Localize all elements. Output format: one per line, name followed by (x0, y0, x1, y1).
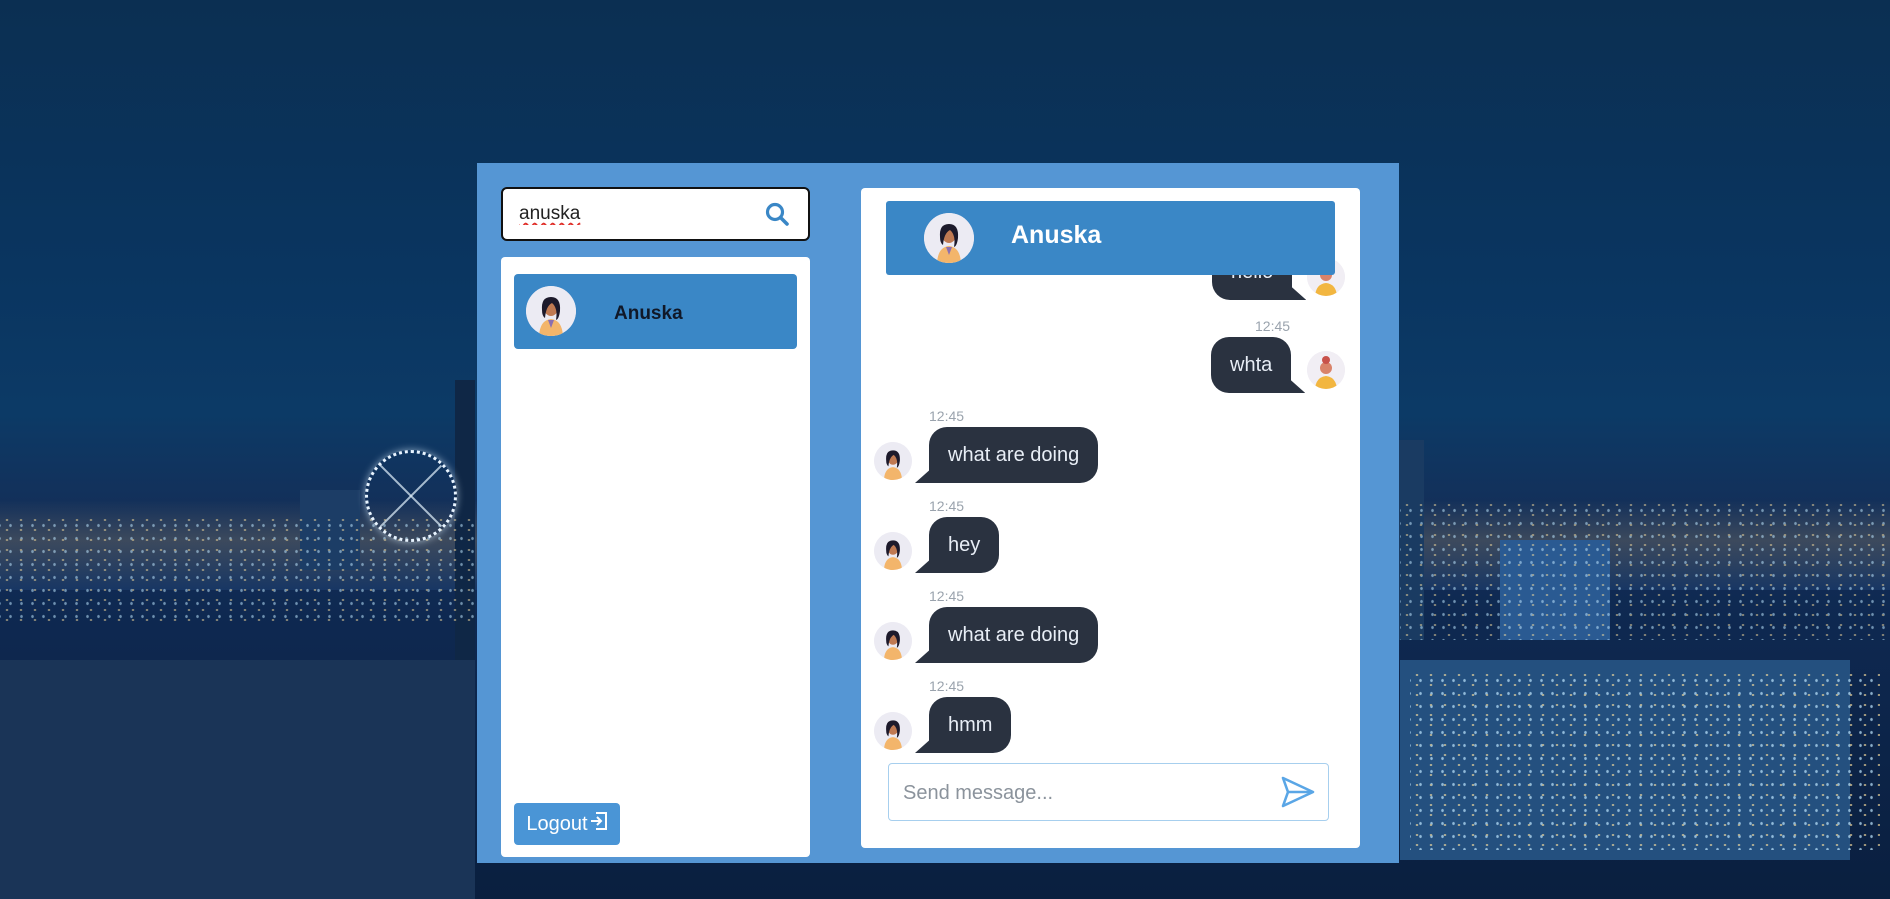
chat-window: Anuska hello 12:45 whta 12:45 what are d… (861, 188, 1360, 848)
chat-header: Anuska (886, 201, 1335, 275)
contact-name: Anuska (614, 303, 683, 324)
avatar (924, 213, 974, 263)
avatar (874, 712, 912, 750)
logout-icon (590, 811, 608, 837)
message-bubble: what are doing (929, 427, 1099, 483)
logout-label: Logout (526, 812, 588, 835)
avatar (874, 622, 912, 660)
message-composer (888, 763, 1329, 821)
search-input[interactable] (517, 199, 751, 229)
message-time: 12:45 (929, 588, 965, 604)
send-icon[interactable] (1280, 774, 1316, 810)
search-icon[interactable] (764, 201, 790, 227)
message-bubble: what are doing (929, 607, 1099, 663)
logout-button[interactable]: Logout (514, 803, 620, 845)
chat-app-panel: Anuska Logout Anuska (477, 163, 1399, 863)
message-time: 12:45 (929, 678, 965, 694)
message-time: 12:45 (929, 408, 965, 424)
contact-list: Anuska Logout (501, 257, 810, 857)
message-input[interactable] (901, 778, 1275, 808)
chat-title: Anuska (1011, 221, 1102, 249)
avatar (1307, 351, 1345, 389)
avatar (874, 532, 912, 570)
message-time: 12:45 (929, 498, 965, 514)
message-bubble: whta (1211, 337, 1292, 393)
message-time: 12:45 (1255, 318, 1291, 334)
avatar (526, 286, 576, 336)
contact-item[interactable]: Anuska (514, 274, 797, 349)
avatar (874, 442, 912, 480)
message-bubble: hey (929, 517, 1000, 573)
search-box (501, 187, 810, 241)
message-bubble: hmm (929, 697, 1012, 753)
